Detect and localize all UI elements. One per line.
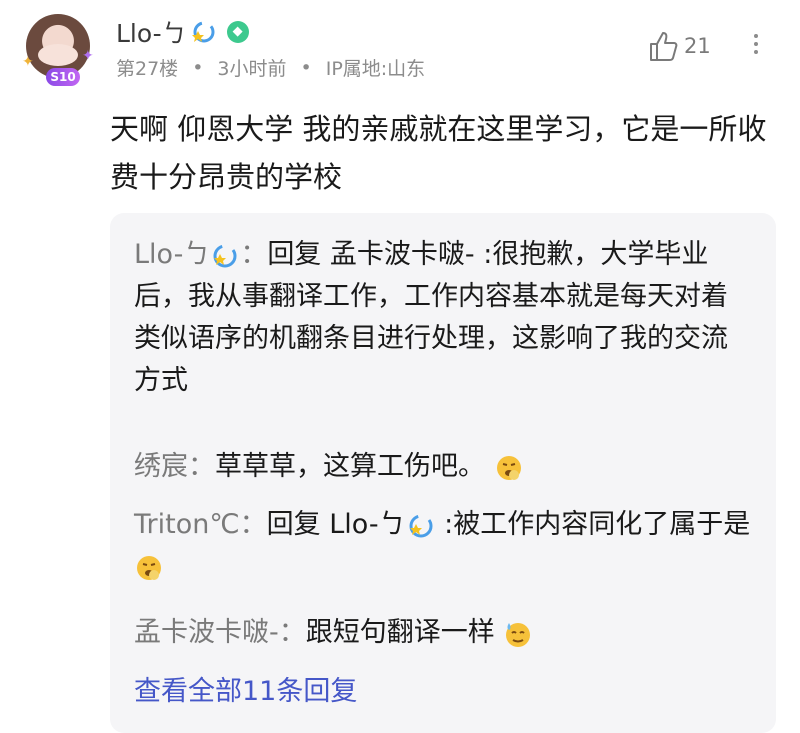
avatar-level-badge: S10 xyxy=(46,68,80,86)
reply-text: 跟短句翻译一样 xyxy=(305,617,495,648)
ip-location: IP属地:山东 xyxy=(325,58,426,80)
reply-colon: ： xyxy=(188,451,215,482)
reply-item[interactable]: Llo-ㄅ ：回复 孟卡波卡啵- :很抱歉，大学毕业后，我从事翻译工作，工作内容基… xyxy=(134,234,754,402)
sparkle-icon: ✦ xyxy=(82,48,94,64)
reply-colon: ： xyxy=(239,509,267,540)
reply-username[interactable]: 绣宸 xyxy=(134,451,188,482)
diamond-badge-icon: ◆ xyxy=(226,21,249,43)
post-content: 天啊 仰恩大学 我的亲戚就在这里学习，它是一所收费十分昂贵的学校 xyxy=(110,112,767,194)
reply-text: :被工作内容同化了属于是 xyxy=(435,509,751,540)
reply-username[interactable]: Llo-ㄅ xyxy=(134,239,210,270)
yawning-face-icon xyxy=(134,553,164,583)
like-count: 21 xyxy=(684,34,711,58)
floor-number: 第27楼 xyxy=(116,58,179,80)
reply-username[interactable]: 孟卡波卡啵- xyxy=(134,617,279,648)
like-button[interactable]: 21 xyxy=(648,30,711,62)
reply-item[interactable]: Triton℃：回复 Llo-ㄅ :被工作内容同化了属于是 xyxy=(134,504,754,588)
sweat-smile-icon xyxy=(503,619,533,649)
thumbs-up-icon xyxy=(650,32,678,61)
reply-username[interactable]: Triton℃ xyxy=(134,509,240,540)
view-all-replies-link[interactable]: 查看全部11条回复 xyxy=(134,669,357,708)
post-username[interactable]: Llo-ㄅ xyxy=(116,14,187,50)
reply-colon: ： xyxy=(240,239,268,270)
more-options-icon[interactable] xyxy=(748,30,764,62)
dizzy-emoji-icon xyxy=(189,21,219,43)
reply-item[interactable]: 绣宸：草草草，这算工伤吧。 xyxy=(134,446,754,488)
avatar[interactable]: ✦ ✦ S10 xyxy=(22,12,98,88)
reply-text: 草草草，这算工伤吧。 xyxy=(215,451,485,482)
star-icon: ✦ xyxy=(22,54,34,70)
separator-dot: • xyxy=(192,56,204,79)
reply-colon: ： xyxy=(278,617,306,648)
reply-mention[interactable]: 回复 Llo-ㄅ xyxy=(267,509,406,540)
yawning-face-icon xyxy=(494,453,524,483)
separator-dot: • xyxy=(300,56,312,79)
reply-item[interactable]: 孟卡波卡啵-：跟短句翻译一样 xyxy=(134,612,754,654)
dizzy-emoji-icon xyxy=(210,241,240,271)
dizzy-emoji-icon xyxy=(406,511,436,541)
post-time: 3小时前 xyxy=(217,58,287,80)
